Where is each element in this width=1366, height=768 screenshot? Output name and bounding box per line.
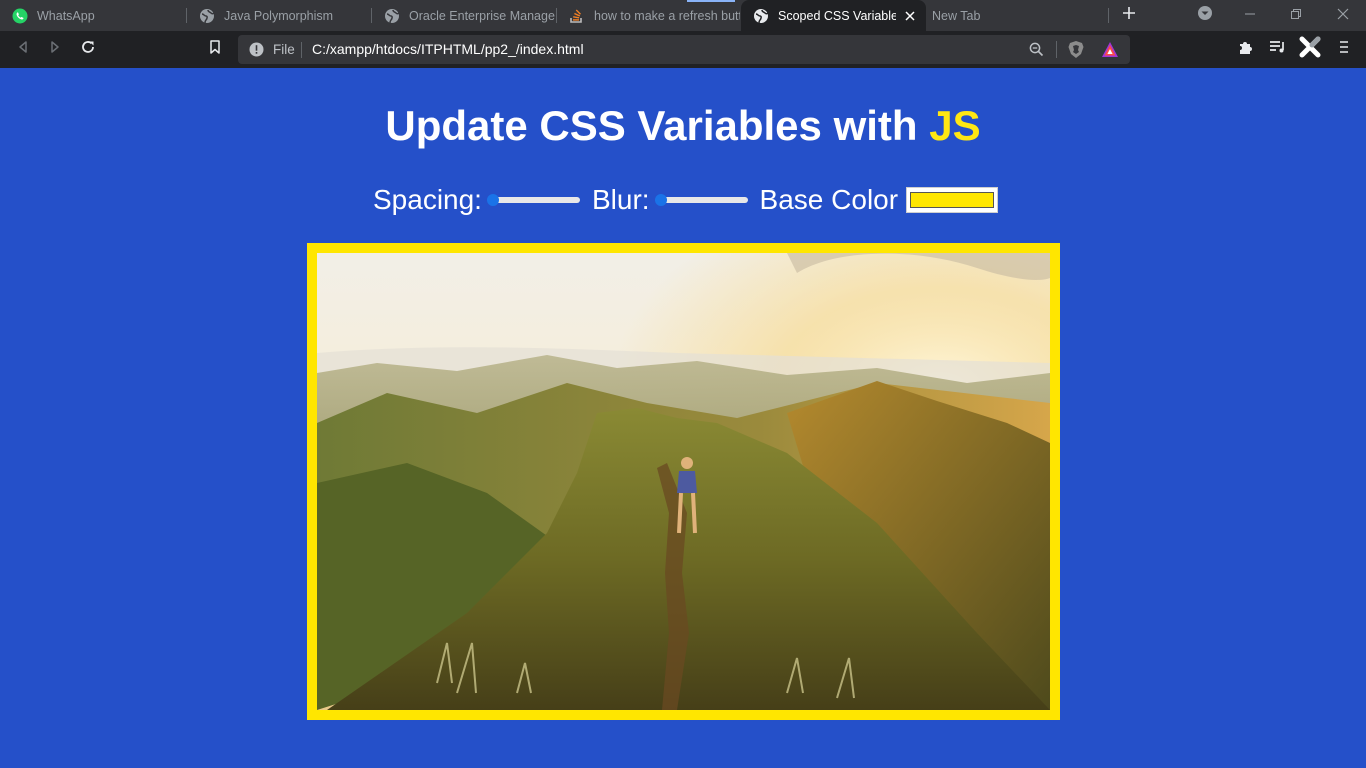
playlist-icon	[1269, 40, 1287, 59]
brave-shields-icon[interactable]	[1067, 40, 1085, 64]
color-swatch	[910, 192, 995, 208]
media-controls-button[interactable]	[1267, 38, 1289, 60]
page-bottom-edge	[0, 764, 1366, 768]
close-window-button[interactable]	[1320, 0, 1366, 31]
chevron-down-circle-icon	[1197, 5, 1213, 26]
base-color-picker[interactable]	[906, 187, 999, 213]
tab-whatsapp[interactable]: WhatsApp	[0, 0, 185, 31]
address-divider	[301, 42, 302, 58]
restore-button[interactable]	[1273, 0, 1319, 31]
tab-title: Scoped CSS Variables a	[778, 8, 896, 23]
mountain-hiker-photo	[307, 243, 1060, 720]
menu-button[interactable]	[1333, 38, 1355, 60]
puzzle-icon	[1238, 39, 1254, 60]
tab-title: Oracle Enterprise Manager	[409, 8, 555, 23]
tab-new-tab[interactable]: New Tab	[920, 0, 1108, 31]
tab-search-button[interactable]	[1182, 0, 1228, 31]
minimize-icon	[1244, 7, 1256, 25]
slider-thumb[interactable]	[486, 194, 499, 206]
info-icon[interactable]	[249, 42, 264, 62]
back-button[interactable]	[12, 38, 34, 60]
title-highlight: JS	[929, 102, 981, 149]
forward-button[interactable]	[44, 38, 66, 60]
photo-illustration	[317, 253, 1050, 710]
address-bar[interactable]: File C:/xampp/htdocs/ITPHTML/pp2_/index.…	[238, 35, 1130, 64]
omnibox-divider	[1056, 41, 1057, 58]
minimize-button[interactable]	[1227, 0, 1273, 31]
base-color-label: Base Color	[759, 184, 899, 215]
new-tab-button[interactable]	[1106, 0, 1152, 31]
spacing-slider[interactable]	[486, 194, 580, 206]
hiker-body	[677, 471, 697, 493]
globe-icon	[199, 8, 215, 24]
brave-rewards-icon[interactable]	[1101, 41, 1119, 63]
reload-icon	[80, 39, 96, 60]
extension-x-button[interactable]	[1299, 36, 1321, 63]
spacing-label: Spacing:	[373, 184, 482, 215]
url-text[interactable]: C:/xampp/htdocs/ITPHTML/pp2_/index.html	[312, 41, 584, 57]
globe-icon	[384, 8, 400, 24]
tab-scoped-css-variables[interactable]: Scoped CSS Variables a	[741, 0, 926, 31]
tab-java-polymorphism[interactable]: Java Polymorphism	[187, 0, 370, 31]
tab-title: New Tab	[932, 8, 981, 23]
close-tab-icon[interactable]	[902, 8, 918, 24]
tab-title: Java Polymorphism	[224, 8, 334, 23]
hamburger-menu-icon	[1338, 40, 1350, 59]
scheme-label: File	[273, 42, 295, 57]
tab-stackoverflow-refresh[interactable]: how to make a refresh butt	[557, 0, 740, 31]
tab-strip: WhatsApp Java Polymorphism Oracle Enterp…	[0, 0, 1366, 31]
whatsapp-icon	[12, 8, 28, 24]
reload-button[interactable]	[77, 38, 99, 60]
tab-title: how to make a refresh butt	[594, 8, 740, 23]
forward-arrow-icon	[48, 40, 62, 59]
restore-icon	[1290, 7, 1302, 25]
tab-oracle-enterprise-manager[interactable]: Oracle Enterprise Manager	[372, 0, 555, 31]
loading-indicator	[687, 0, 735, 2]
page-title: Update CSS Variables with JS	[0, 102, 1366, 150]
extensions-button[interactable]	[1235, 38, 1257, 60]
back-arrow-icon	[16, 40, 30, 59]
title-text: Update CSS Variables with	[385, 102, 930, 149]
zoom-icon[interactable]	[1029, 42, 1044, 62]
bookmark-button[interactable]	[204, 38, 226, 60]
globe-icon	[753, 8, 769, 24]
hiker-head	[681, 457, 693, 469]
controls-row: Spacing: Blur: Base Color	[373, 182, 999, 218]
x-logo-icon	[1299, 36, 1321, 63]
slider-thumb[interactable]	[654, 194, 667, 206]
page-content: Update CSS Variables with JS Spacing: Bl…	[0, 68, 1366, 768]
tab-title: WhatsApp	[37, 8, 95, 23]
stackoverflow-icon	[569, 8, 585, 24]
plus-icon	[1122, 6, 1136, 25]
bookmark-icon	[209, 39, 221, 59]
blur-slider[interactable]	[654, 194, 748, 206]
close-icon	[1337, 7, 1349, 25]
blur-label: Blur:	[591, 184, 650, 215]
